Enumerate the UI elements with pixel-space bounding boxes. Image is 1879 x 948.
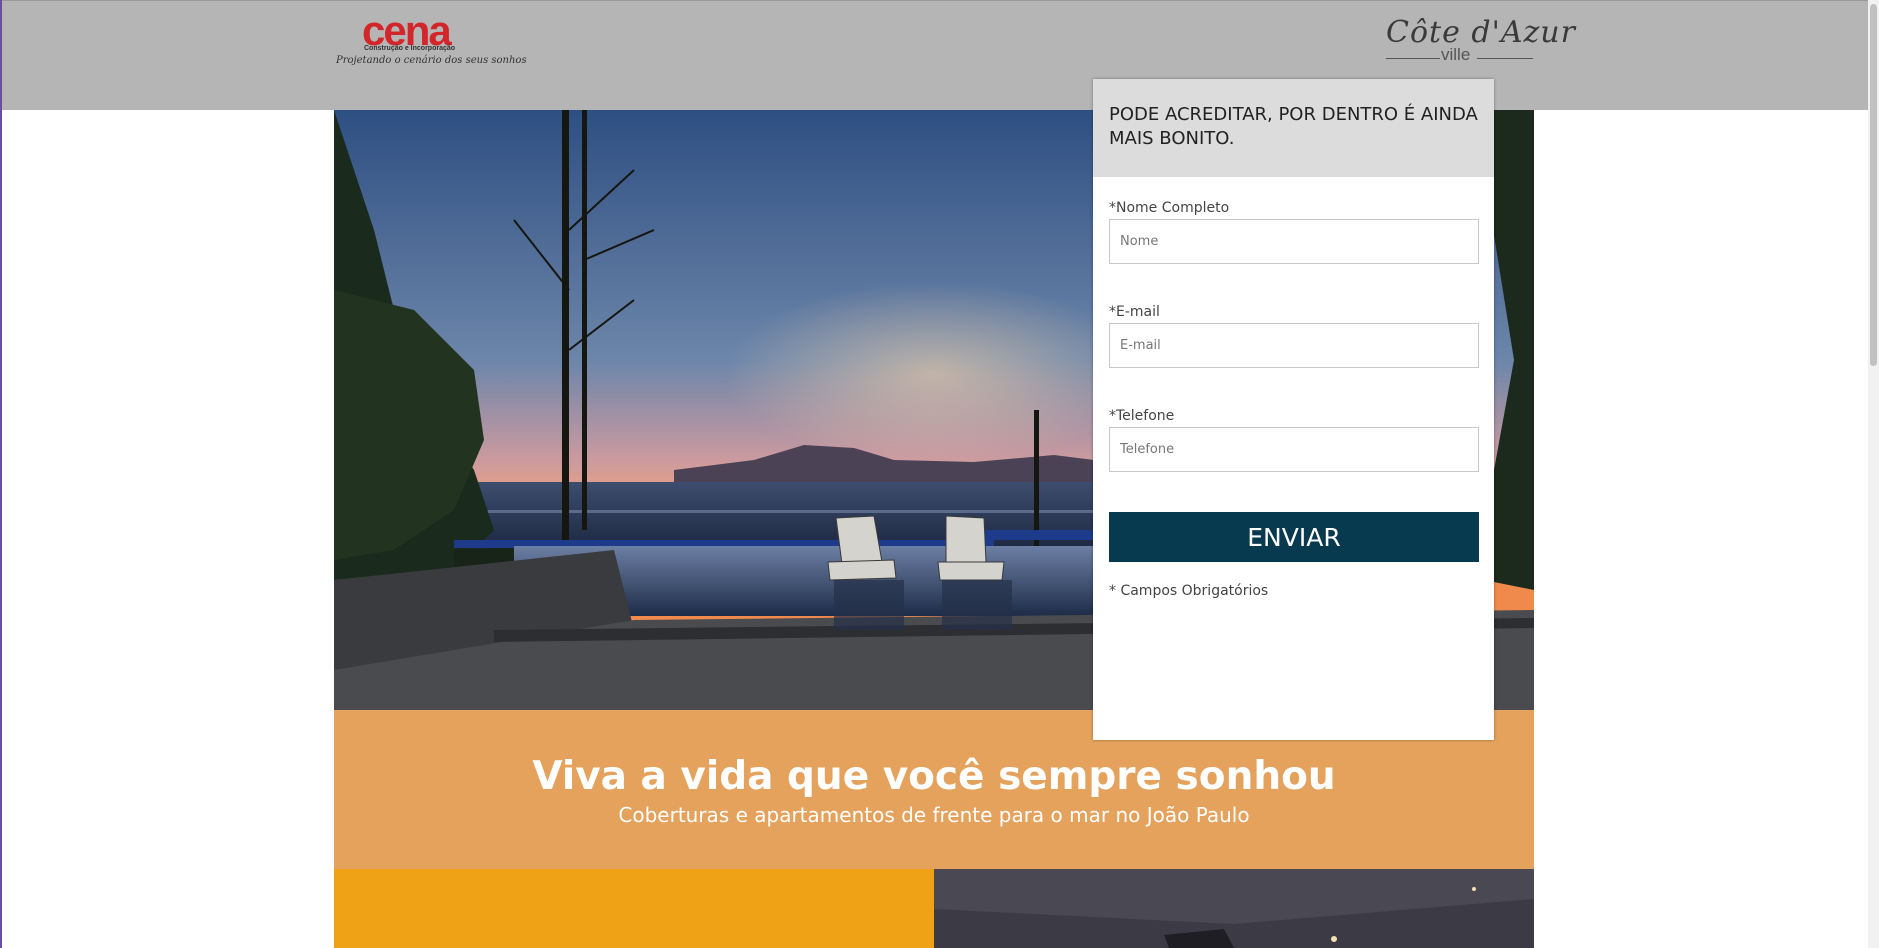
cote-dazur-logo-name: Côte d'Azur [1386,15,1576,50]
name-input[interactable] [1109,219,1479,264]
banner-title: Viva a vida que você sempre sonhou [532,754,1336,799]
form-title: PODE ACREDITAR, POR DENTRO É AINDA MAIS … [1093,79,1494,177]
phone-field-label: *Telefone [1109,408,1175,424]
required-fields-note: * Campos Obrigatórios [1109,583,1269,599]
feature-tile-photo [934,869,1534,948]
email-input[interactable] [1109,323,1479,368]
lead-form: PODE ACREDITAR, POR DENTRO É AINDA MAIS … [1093,79,1494,740]
email-field-label: *E-mail [1109,304,1160,320]
name-field-label: *Nome Completo [1109,200,1230,216]
page-scrollbar[interactable] [1868,0,1879,948]
cena-logo-subtitle: Construção e Incorporação [364,45,456,52]
logo-rule-right [1477,58,1533,59]
cena-logo-tagline: Projetando o cenário dos seus sonhos [336,55,527,66]
scrollbar-thumb[interactable] [1870,4,1877,366]
interior-photo [934,869,1534,948]
cote-dazur-logo[interactable]: Côte d'Azur ville [1382,15,1575,67]
site-header: cena Construção e Incorporação Projetand… [2,0,1868,110]
cote-dazur-logo-sub: ville [1441,45,1471,64]
feature-tile-orange [334,869,934,948]
banner-subtitle: Coberturas e apartamentos de frente para… [618,803,1250,827]
submit-button[interactable]: ENVIAR [1109,512,1479,562]
phone-input[interactable] [1109,427,1479,472]
logo-rule-left [1386,58,1440,59]
cena-logo[interactable]: cena Construção e Incorporação Projetand… [336,10,527,71]
window-left-edge [0,0,2,948]
